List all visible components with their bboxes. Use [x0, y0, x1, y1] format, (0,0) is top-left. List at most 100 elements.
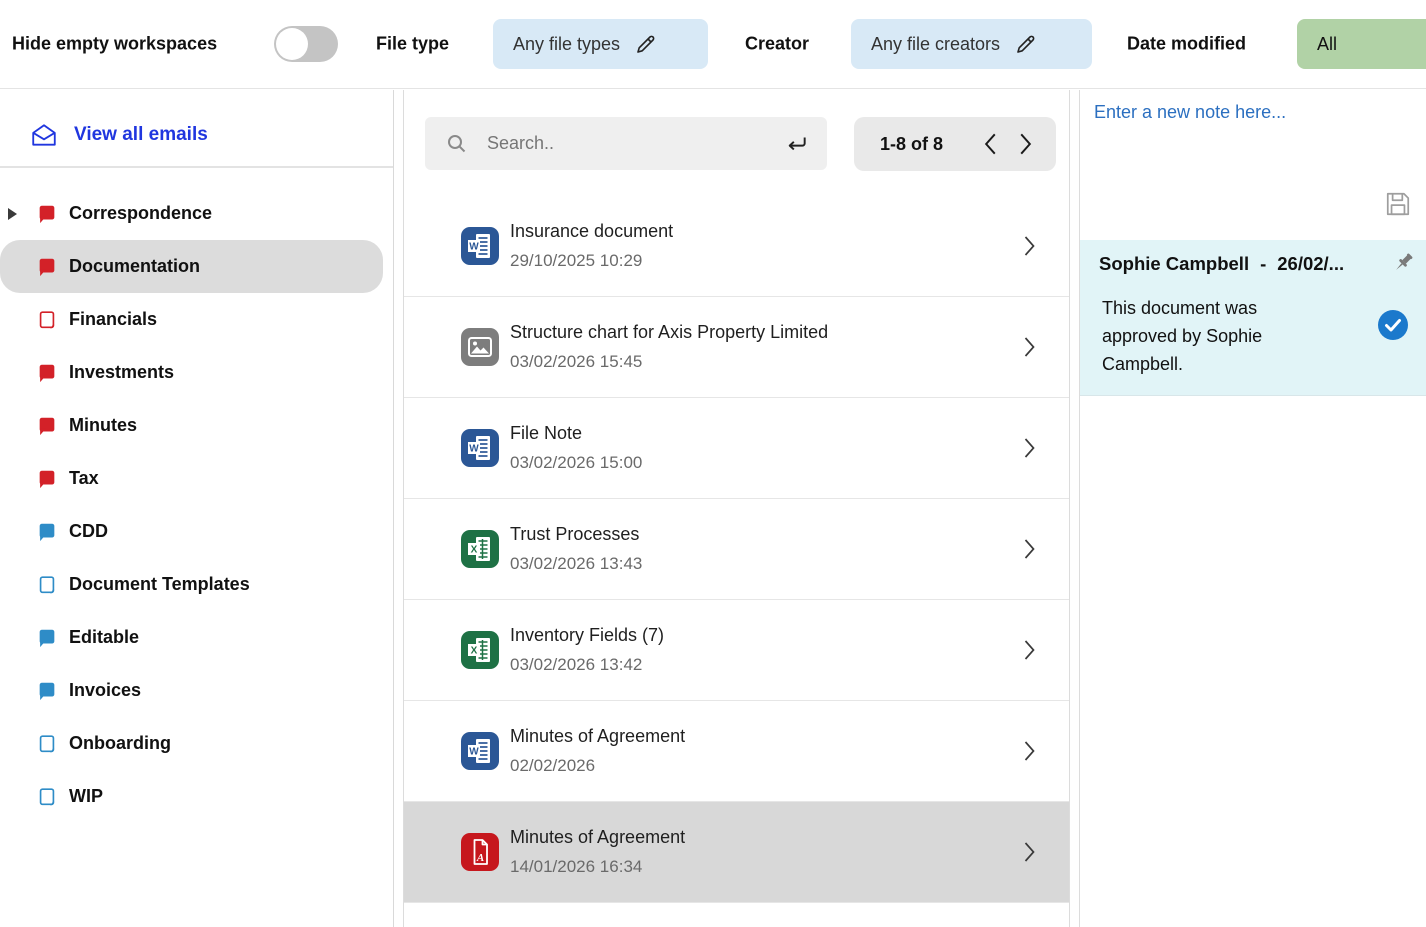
document-outline-icon	[36, 733, 58, 755]
sidebar-item-financials[interactable]: Financials	[0, 293, 383, 346]
note-text: This document was approved by Sophie Cam…	[1102, 294, 1307, 378]
note-date: 26/02/...	[1277, 253, 1344, 275]
workspace-sidebar: View all emails Correspondence Documenta…	[0, 90, 394, 927]
sidebar-item-investments[interactable]: Investments	[0, 346, 383, 399]
svg-text:W: W	[469, 242, 479, 253]
hide-empty-workspaces-label: Hide empty workspaces	[12, 34, 217, 55]
search-input[interactable]	[487, 133, 765, 154]
bookmark-icon	[36, 415, 58, 437]
file-title: Insurance document	[510, 221, 673, 242]
svg-text:W: W	[469, 747, 479, 758]
file-list-panel: 1-8 of 8 W Insurance document 29/10/2025…	[403, 90, 1070, 927]
search-icon	[445, 132, 469, 156]
file-row[interactable]: X Inventory Fields (7) 03/02/2026 13:42	[404, 600, 1069, 701]
note-card: Sophie Campbell - 26/02/... This documen…	[1080, 240, 1426, 396]
file-date: 29/10/2025 10:29	[510, 251, 673, 271]
save-note-button[interactable]	[1384, 190, 1412, 218]
bookmark-icon	[36, 362, 58, 384]
chevron-right-icon	[1017, 837, 1041, 867]
document-outline-icon	[36, 786, 58, 808]
view-all-emails-link[interactable]: View all emails	[30, 107, 208, 163]
excel-file-icon: X	[461, 631, 499, 669]
sidebar-item-tax[interactable]: Tax	[0, 452, 383, 505]
bookmark-icon	[36, 680, 58, 702]
sidebar-item-wip[interactable]: WIP	[0, 770, 383, 823]
workspace-folder-list: Correspondence Documentation Financials …	[0, 187, 383, 823]
pagination-count: 1-8 of 8	[880, 134, 974, 155]
approved-check-icon[interactable]	[1378, 310, 1408, 340]
file-type-filter-value: Any file types	[513, 34, 620, 55]
file-row[interactable]: W Minutes of Agreement 02/02/2026	[404, 701, 1069, 802]
excel-file-icon: X	[461, 530, 499, 568]
pdf-file-icon: A	[461, 833, 499, 871]
bookmark-icon	[36, 627, 58, 649]
svg-text:A: A	[476, 852, 484, 864]
chevron-right-icon	[1017, 635, 1041, 665]
file-row[interactable]: W File Note 03/02/2026 15:00	[404, 398, 1069, 499]
sidebar-item-onboarding[interactable]: Onboarding	[0, 717, 383, 770]
sidebar-item-documentation[interactable]: Documentation	[0, 240, 383, 293]
document-outline-icon	[36, 309, 58, 331]
file-title: Minutes of Agreement	[510, 827, 685, 848]
file-row[interactable]: X Trust Processes 03/02/2026 13:43	[404, 499, 1069, 600]
word-file-icon: W	[461, 732, 499, 770]
creator-filter-value: Any file creators	[871, 34, 1000, 55]
previous-page-button[interactable]	[974, 127, 1008, 161]
hide-empty-workspaces-toggle[interactable]	[274, 26, 338, 62]
creator-label: Creator	[745, 34, 809, 55]
file-date: 03/02/2026 15:00	[510, 453, 642, 473]
file-title: Trust Processes	[510, 524, 642, 545]
bookmark-icon	[36, 468, 58, 490]
bookmark-icon	[36, 256, 58, 278]
expand-arrow-icon[interactable]	[8, 208, 17, 220]
envelope-icon	[30, 122, 58, 148]
file-date: 03/02/2026 13:43	[510, 554, 642, 574]
sidebar-item-correspondence[interactable]: Correspondence	[0, 187, 383, 240]
file-row[interactable]: Structure chart for Axis Property Limite…	[404, 297, 1069, 398]
sidebar-item-editable[interactable]: Editable	[0, 611, 383, 664]
pin-icon[interactable]	[1390, 250, 1416, 276]
bookmark-icon	[36, 521, 58, 543]
save-disk-icon	[1384, 190, 1412, 218]
note-header: Sophie Campbell - 26/02/...	[1099, 253, 1344, 275]
sidebar-item-cdd[interactable]: CDD	[0, 505, 383, 558]
file-rows: W Insurance document 29/10/2025 10:29 St…	[404, 196, 1069, 903]
chevron-right-icon	[1017, 736, 1041, 766]
date-modified-label: Date modified	[1127, 34, 1246, 55]
enter-return-icon[interactable]	[783, 131, 809, 157]
creator-filter-button[interactable]: Any file creators	[851, 19, 1092, 69]
document-outline-icon	[36, 574, 58, 596]
file-title: File Note	[510, 423, 642, 444]
sidebar-item-document-templates[interactable]: Document Templates	[0, 558, 383, 611]
chevron-right-icon	[1017, 534, 1041, 564]
chevron-right-icon	[1017, 332, 1041, 362]
chevron-right-icon	[1017, 231, 1041, 261]
date-modified-filter-value: All	[1317, 34, 1337, 55]
file-date: 03/02/2026 13:42	[510, 655, 664, 675]
file-type-filter-button[interactable]: Any file types	[493, 19, 708, 69]
note-separator: -	[1260, 253, 1266, 275]
chevron-right-icon	[1017, 433, 1041, 463]
word-file-icon: W	[461, 227, 499, 265]
notes-panel: Sophie Campbell - 26/02/... This documen…	[1079, 90, 1426, 927]
word-file-icon: W	[461, 429, 499, 467]
sidebar-divider	[0, 166, 393, 168]
date-modified-filter-button[interactable]: All	[1297, 19, 1426, 69]
file-row[interactable]: A Minutes of Agreement 14/01/2026 16:34	[404, 802, 1069, 903]
file-title: Structure chart for Axis Property Limite…	[510, 322, 828, 343]
pagination-control: 1-8 of 8	[854, 117, 1056, 171]
file-date: 02/02/2026	[510, 756, 685, 776]
file-date: 03/02/2026 15:45	[510, 352, 828, 372]
svg-text:X: X	[471, 646, 478, 657]
sidebar-item-invoices[interactable]: Invoices	[0, 664, 383, 717]
image-file-icon	[461, 328, 499, 366]
view-all-emails-label: View all emails	[74, 124, 208, 146]
file-row[interactable]: W Insurance document 29/10/2025 10:29	[404, 196, 1069, 297]
file-type-label: File type	[376, 34, 449, 55]
sidebar-item-minutes[interactable]: Minutes	[0, 399, 383, 452]
edit-pencil-icon	[634, 32, 658, 56]
new-note-input[interactable]	[1094, 102, 1412, 182]
next-page-button[interactable]	[1008, 127, 1042, 161]
bookmark-icon	[36, 203, 58, 225]
note-author: Sophie Campbell	[1099, 253, 1249, 275]
